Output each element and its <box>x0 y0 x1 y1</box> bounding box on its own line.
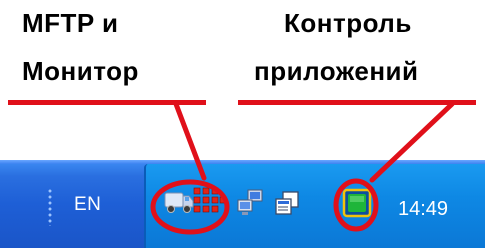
annotation-label-mftp: MFTP и <box>22 8 119 38</box>
copy-windows-icon[interactable] <box>274 190 302 223</box>
network-icon[interactable] <box>236 188 266 223</box>
app-control-icon[interactable] <box>342 188 372 223</box>
annotation-underline-right <box>238 100 476 105</box>
system-clock[interactable]: 14:49 <box>398 198 448 221</box>
mftp-truck-icon[interactable] <box>164 188 194 221</box>
toolbar-grip-handle[interactable] <box>48 188 52 226</box>
taskbar: EN 14:49 <box>0 160 485 248</box>
language-indicator[interactable]: EN <box>74 194 101 216</box>
monitor-grid-icon[interactable] <box>192 186 226 223</box>
annotation-underline-left <box>8 100 206 105</box>
annotation-label-applications: приложений <box>254 56 419 86</box>
annotation-label-control: Контроль <box>284 8 412 38</box>
system-tray: 14:49 <box>144 164 485 248</box>
annotation-label-monitor: Монитор <box>22 56 139 86</box>
